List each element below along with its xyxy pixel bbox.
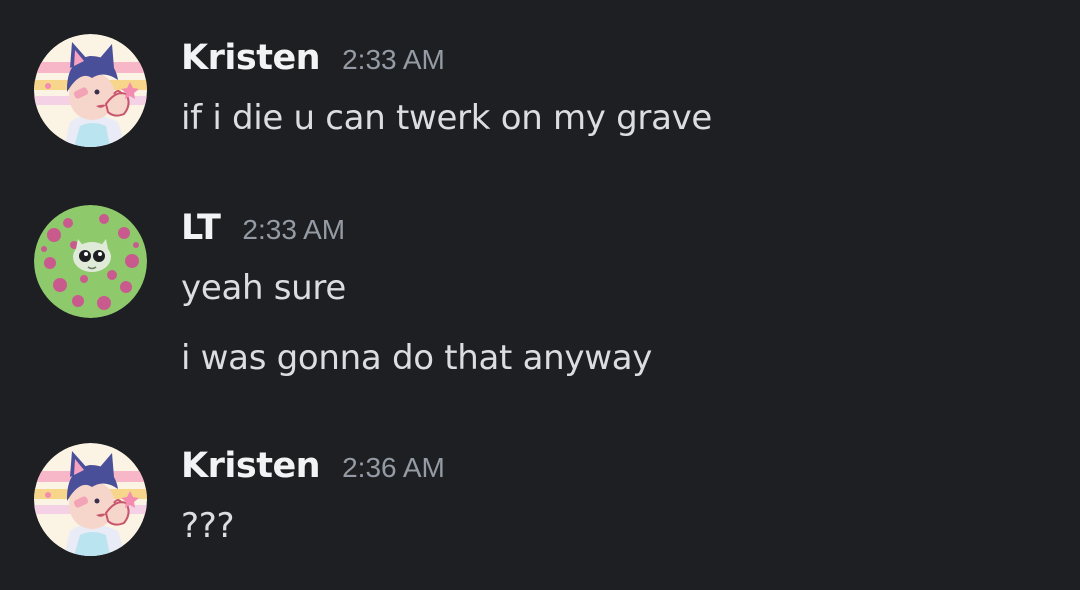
message-text: i was gonna do that anyway [181,338,653,378]
message-text: ??? [181,506,235,546]
kristen-avatar-icon [34,34,147,147]
timestamp: 2:33 AM [342,44,445,75]
avatar[interactable] [34,443,147,556]
avatar[interactable] [34,205,147,318]
message-text: if i die u can twerk on my grave [181,98,713,138]
author-name[interactable]: Kristen [181,446,321,486]
lt-avatar-icon [34,205,147,318]
author-name[interactable]: Kristen [181,38,321,78]
kristen-avatar-icon [34,443,147,556]
author-name[interactable]: LT [181,208,221,248]
timestamp: 2:36 AM [342,452,445,483]
message-text: yeah sure [181,268,346,308]
avatar[interactable] [34,34,147,147]
chat-log: Kristen 2:33 AM if i die u can twerk on m… [0,0,1080,590]
timestamp: 2:33 AM [242,214,346,245]
